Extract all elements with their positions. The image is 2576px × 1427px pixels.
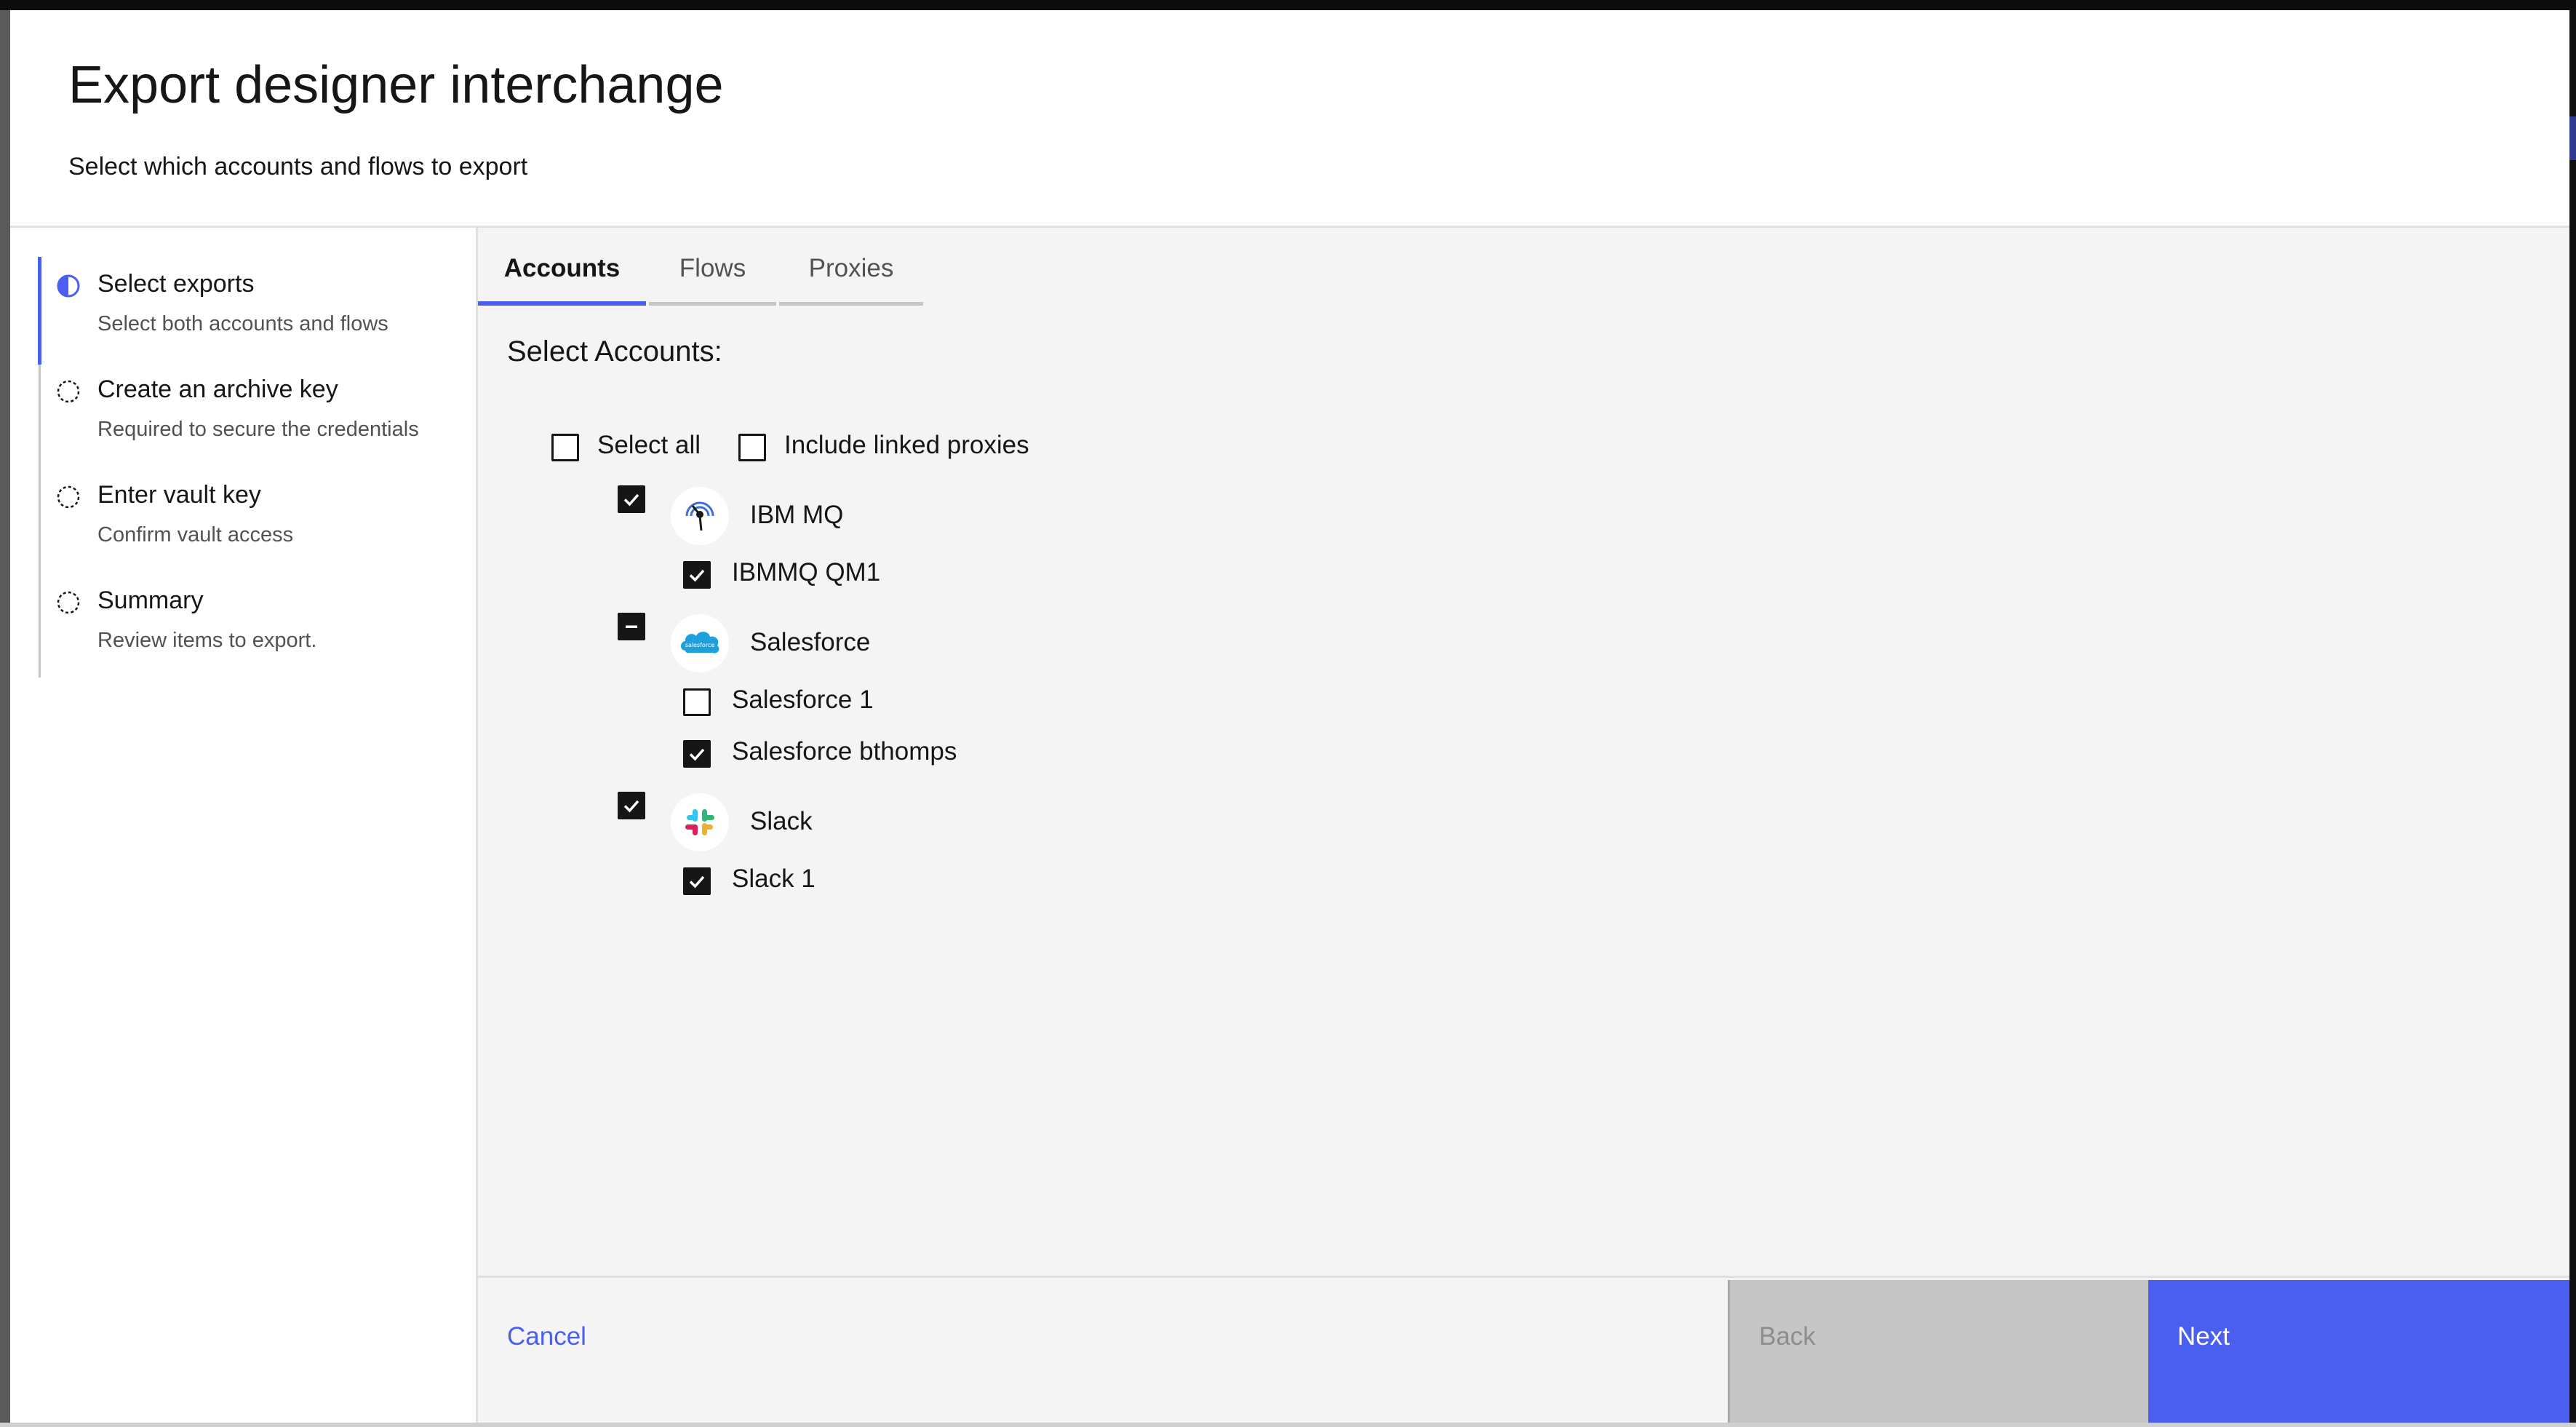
right-edge-accent bbox=[2569, 116, 2576, 160]
next-button[interactable]: Next bbox=[2148, 1280, 2569, 1423]
step-current-icon bbox=[57, 274, 80, 298]
step-label: Summary bbox=[97, 587, 204, 614]
checkmark-icon bbox=[689, 569, 705, 582]
step-label: Select exports bbox=[97, 270, 255, 298]
tab-label: Flows bbox=[679, 254, 746, 282]
step-label: Enter vault key bbox=[97, 481, 261, 509]
salesforce-logo-icon: salesforce bbox=[671, 614, 729, 672]
ibmmq-qm1-label[interactable]: IBMMQ QM1 bbox=[732, 558, 880, 587]
cancel-button[interactable]: Cancel bbox=[478, 1280, 1726, 1423]
step-incomplete-icon bbox=[57, 591, 80, 614]
step-description: Select both accounts and flows bbox=[97, 312, 388, 335]
slack-logo-icon bbox=[671, 793, 729, 851]
indeterminate-icon bbox=[626, 625, 637, 628]
select-all-checkbox[interactable] bbox=[551, 434, 579, 461]
salesforce-bthomps-label[interactable]: Salesforce bthomps bbox=[732, 737, 957, 766]
step-description: Review items to export. bbox=[97, 629, 317, 652]
checkmark-icon bbox=[623, 800, 639, 813]
checkmark-icon bbox=[623, 493, 639, 506]
tab-accounts[interactable]: Accounts bbox=[478, 248, 646, 306]
slack-group-label[interactable]: Slack bbox=[750, 807, 813, 836]
salesforce-bthomps-checkbox[interactable] bbox=[683, 740, 711, 768]
checkmark-icon bbox=[689, 875, 705, 889]
window-right-edge bbox=[2569, 10, 2576, 1427]
step-label: Create an archive key bbox=[97, 375, 338, 403]
include-linked-proxies-checkbox[interactable] bbox=[738, 434, 766, 461]
slack-1-checkbox[interactable] bbox=[683, 867, 711, 895]
dialog-subtitle: Select which accounts and flows to expor… bbox=[68, 153, 528, 180]
slack-group-checkbox[interactable] bbox=[618, 792, 645, 819]
back-button[interactable]: Back bbox=[1728, 1280, 2148, 1423]
ibmmq-qm1-checkbox[interactable] bbox=[683, 561, 711, 589]
main-content: Accounts Flows Proxies Select Accounts: … bbox=[478, 228, 2569, 1283]
step-enter-vault-key[interactable]: Enter vault key Confirm vault access bbox=[10, 481, 468, 554]
modal-footer: Cancel Back Next bbox=[478, 1276, 2569, 1423]
select-all-label[interactable]: Select all bbox=[597, 431, 701, 460]
step-incomplete-icon bbox=[57, 380, 80, 403]
window-left-edge bbox=[0, 10, 10, 1427]
window-bottom-edge bbox=[0, 1423, 2576, 1427]
tab-label: Accounts bbox=[503, 254, 621, 282]
select-accounts-heading: Select Accounts: bbox=[507, 335, 722, 367]
tab-label: Proxies bbox=[808, 254, 894, 282]
window-top-bar bbox=[0, 0, 2576, 10]
ibm-mq-group-label[interactable]: IBM MQ bbox=[750, 501, 843, 530]
ibm-mq-logo-icon bbox=[671, 487, 729, 545]
ibm-mq-group-checkbox[interactable] bbox=[618, 485, 645, 513]
svg-text:salesforce: salesforce bbox=[685, 642, 715, 648]
include-linked-proxies-label[interactable]: Include linked proxies bbox=[784, 431, 1029, 460]
tab-flows[interactable]: Flows bbox=[649, 248, 776, 306]
step-description: Required to secure the credentials bbox=[97, 418, 419, 441]
salesforce-1-label[interactable]: Salesforce 1 bbox=[732, 685, 874, 715]
step-incomplete-icon bbox=[57, 485, 80, 509]
step-create-archive-key[interactable]: Create an archive key Required to secure… bbox=[10, 375, 468, 470]
checkmark-icon bbox=[689, 748, 705, 761]
salesforce-1-checkbox[interactable] bbox=[683, 688, 711, 716]
step-summary[interactable]: Summary Review items to export. bbox=[10, 587, 468, 659]
progress-indicator: Select exports Select both accounts and … bbox=[10, 228, 478, 1423]
salesforce-group-checkbox[interactable] bbox=[618, 613, 645, 640]
slack-1-label[interactable]: Slack 1 bbox=[732, 864, 816, 894]
step-select-exports[interactable]: Select exports Select both accounts and … bbox=[10, 270, 468, 343]
tab-proxies[interactable]: Proxies bbox=[779, 248, 923, 306]
modal-header: Export designer interchange Select which… bbox=[10, 10, 2569, 228]
dialog-title: Export designer interchange bbox=[68, 56, 724, 114]
salesforce-group-label[interactable]: Salesforce bbox=[750, 628, 870, 657]
step-description: Confirm vault access bbox=[97, 523, 294, 546]
export-modal: Export designer interchange Select which… bbox=[10, 10, 2569, 1423]
